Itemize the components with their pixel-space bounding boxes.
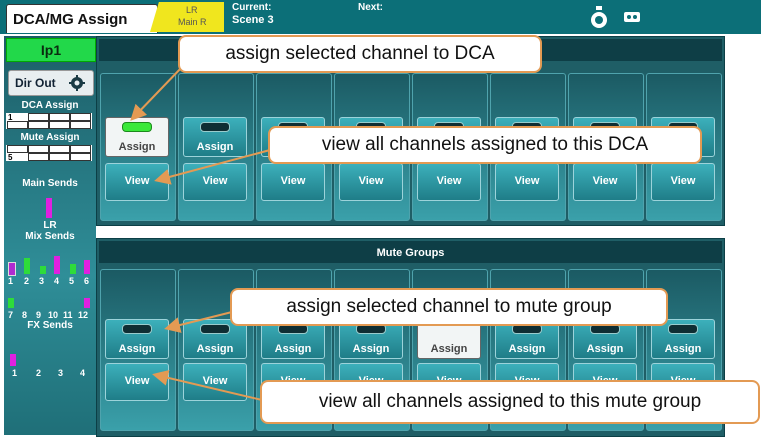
mixer-screen: DCA/MG Assign LR Main R Current: Scene 3… <box>0 0 761 437</box>
callout-view-mute: view all channels assigned to this mute … <box>260 380 760 424</box>
arrow-assign-mute <box>164 311 233 333</box>
callout-assign-dca-text: assign selected channel to DCA <box>225 43 495 64</box>
callout-view-dca-text: view all channels assigned to this DCA <box>321 134 649 155</box>
arrow-view-dca <box>154 149 271 185</box>
arrow-assign-dca <box>130 65 184 121</box>
arrow-view-mute <box>152 369 263 401</box>
callout-assign-mute-text: assign selected channel to mute group <box>286 296 612 317</box>
callout-assign-dca: assign selected channel to DCA <box>178 35 542 73</box>
callout-view-mute-text: view all channels assigned to this mute … <box>318 391 702 412</box>
callout-assign-mute: assign selected channel to mute group <box>230 288 668 326</box>
callout-view-dca: view all channels assigned to this DCA <box>268 126 702 164</box>
